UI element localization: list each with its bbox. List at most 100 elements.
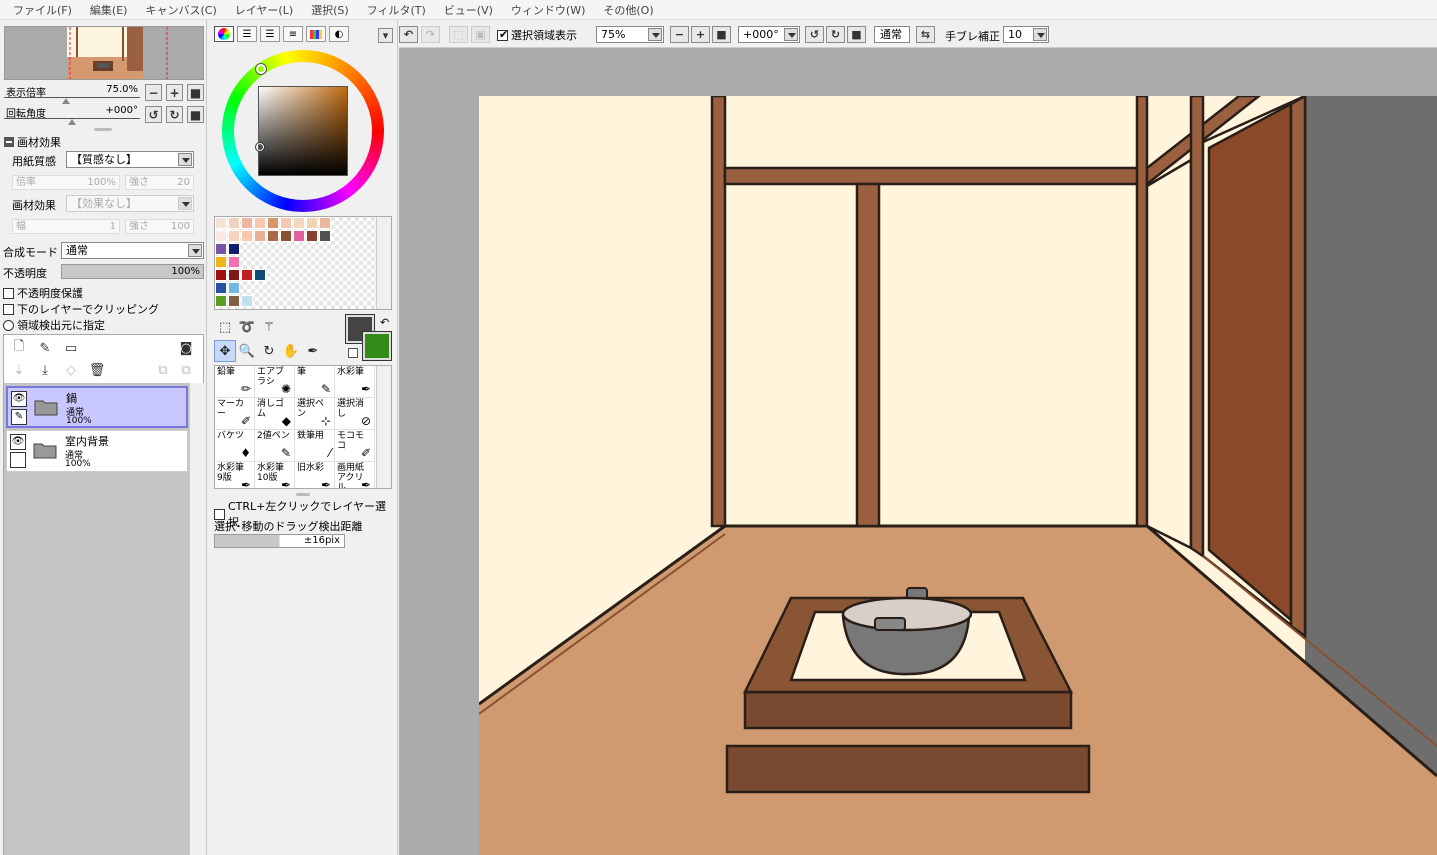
clear-layer-button[interactable]: ◇	[62, 361, 80, 379]
color-swatch[interactable]	[215, 256, 227, 268]
color-swatch[interactable]	[215, 217, 227, 229]
zoom-slider-thumb[interactable]	[62, 98, 70, 104]
transfer-down-button[interactable]: ⇣	[10, 361, 28, 379]
rotate-slider-thumb[interactable]	[68, 119, 76, 125]
color-swatch[interactable]	[228, 295, 240, 307]
color-swatch[interactable]	[215, 295, 227, 307]
view-mode-button[interactable]: 通常	[874, 26, 910, 43]
brush-tool-cell[interactable]: エアブラシ ✺	[255, 366, 295, 398]
new-vector-layer-button[interactable]: ✎	[36, 339, 54, 357]
brush-tool-cell[interactable]: 選択消し ⊘	[335, 398, 375, 430]
pen-icon[interactable]: ✎	[11, 409, 27, 425]
rotate-ccw-button[interactable]: ↺	[145, 106, 162, 123]
menu-view[interactable]: ビュー(V)	[435, 2, 502, 18]
rotate-cw-button[interactable]: ↻	[166, 106, 183, 123]
canvas-viewport[interactable]	[399, 48, 1437, 855]
toolbar-rotate-reset-button[interactable]: ■	[847, 26, 866, 43]
magic-wand-tool[interactable]: ⚚	[258, 316, 280, 338]
color-swatch[interactable]	[228, 243, 240, 255]
zoom-slider[interactable]: 表示倍率 75.0%	[4, 84, 140, 104]
swatch-tab[interactable]	[306, 26, 326, 42]
brush-tool-cell[interactable]: 水彩筆 ✒	[335, 366, 375, 398]
brush-tool-cell[interactable]: バケツ ♦	[215, 430, 255, 462]
eye-icon[interactable]: 👁	[10, 434, 26, 450]
rotate-reset-button[interactable]: ■	[187, 106, 204, 123]
swap-colors-icon[interactable]: ↶	[380, 316, 389, 329]
rotate-tool[interactable]: ↻	[258, 340, 280, 362]
brush-tool-cell[interactable]: 水彩筆 9版 ✒	[215, 462, 255, 488]
blend-mode-select[interactable]: 通常	[61, 242, 204, 259]
layer-row-nabe[interactable]: 👁 ✎ 鍋 通常 100%	[6, 386, 188, 428]
zoom-in-button[interactable]: +	[166, 84, 183, 101]
reset-colors-icon[interactable]	[348, 348, 358, 358]
drag-distance-slider[interactable]: ±16pix	[214, 534, 345, 548]
texture-section-header[interactable]: 画材効果	[4, 134, 61, 150]
hand-tool[interactable]: ✋	[280, 340, 302, 362]
opacity-slider[interactable]: 100%	[61, 264, 204, 279]
color-swatch[interactable]	[254, 269, 266, 281]
brush-tool-cell[interactable]: 水彩筆 10版 ✒	[255, 462, 295, 488]
toolbar-dropdown-button[interactable]: ▾	[378, 28, 393, 43]
eyedropper-tool[interactable]: ✒	[302, 340, 324, 362]
brush-tool-cell[interactable]: 鉛筆 ✏	[215, 366, 255, 398]
undo-button[interactable]: ↶	[399, 26, 418, 43]
eye-icon[interactable]: 👁	[11, 391, 27, 407]
navigator-preview[interactable]	[4, 26, 204, 80]
layer-op-button-1[interactable]: ⧉	[154, 361, 172, 379]
color-wheel-tab[interactable]	[214, 26, 234, 42]
layer-row-interior-bg[interactable]: 👁 室内背景 通常 100%	[6, 430, 188, 472]
menu-filter[interactable]: フィルタ(T)	[358, 2, 435, 18]
rotation-select[interactable]: +000°	[738, 26, 800, 43]
invert-selection-button[interactable]: ▣	[471, 26, 490, 43]
sv-marker[interactable]	[255, 142, 265, 152]
saturation-value-square[interactable]	[258, 86, 348, 176]
color-swatch[interactable]	[267, 217, 279, 229]
menu-other[interactable]: その他(O)	[594, 2, 662, 18]
color-swatch[interactable]	[228, 217, 240, 229]
zoom-tool[interactable]: 🔍	[236, 340, 258, 362]
menu-file[interactable]: ファイル(F)	[4, 2, 81, 18]
delete-layer-button[interactable]: 🗑	[88, 361, 106, 379]
color-swatch[interactable]	[241, 295, 253, 307]
color-swatch[interactable]	[293, 217, 305, 229]
zoom-out-button[interactable]: −	[145, 84, 162, 101]
texture-scale-field[interactable]: 倍率 100%	[12, 175, 120, 190]
brush-tool-cell[interactable]: 選択ペン ⊹	[295, 398, 335, 430]
hue-marker[interactable]	[255, 63, 267, 75]
background-color-swatch[interactable]	[362, 331, 392, 361]
selection-source-radio[interactable]: 領域検出元に指定	[3, 317, 105, 333]
panel-divider-grip[interactable]	[296, 493, 310, 496]
brush-tool-cell[interactable]: 鉄筆用 ⁄	[295, 430, 335, 462]
merge-down-button[interactable]: ⤓	[36, 361, 54, 379]
show-selection-checkbox[interactable]: ✔ 選択領域表示	[497, 27, 577, 43]
color-swatch[interactable]	[319, 217, 331, 229]
protect-opacity-checkbox[interactable]: 不透明度保護	[3, 285, 83, 301]
color-swatch[interactable]	[293, 230, 305, 242]
new-layer-button[interactable]: 🗋	[10, 339, 28, 357]
brush-tool-cell[interactable]: モコモコ ✐	[335, 430, 375, 462]
stabilizer-select[interactable]: 10	[1003, 26, 1049, 43]
menu-window[interactable]: ウィンドウ(W)	[502, 2, 594, 18]
menu-select[interactable]: 選択(S)	[302, 2, 358, 18]
brush-grid-scrollbar[interactable]	[376, 366, 391, 488]
menu-canvas[interactable]: キャンバス(C)	[136, 2, 225, 18]
brush-tool-cell[interactable]: マーカー ✐	[215, 398, 255, 430]
toolbar-rotate-ccw-button[interactable]: ↺	[805, 26, 824, 43]
color-swatch[interactable]	[215, 282, 227, 294]
toolbar-rotate-cw-button[interactable]: ↻	[826, 26, 845, 43]
texture-strength-field[interactable]: 強さ 20	[125, 175, 194, 190]
brush-effect-select[interactable]: 【効果なし】	[66, 195, 194, 212]
toolbar-zoom-out-button[interactable]: −	[670, 26, 689, 43]
redo-button[interactable]: ↷	[421, 26, 440, 43]
color-swatch[interactable]	[254, 217, 266, 229]
effect-width-field[interactable]: 幅1	[12, 219, 120, 234]
layer-mask-button[interactable]: ◙	[177, 339, 195, 357]
color-swatch[interactable]	[319, 230, 331, 242]
color-swatch[interactable]	[228, 256, 240, 268]
paper-texture-select[interactable]: 【質感なし】	[66, 151, 194, 168]
color-swatch[interactable]	[280, 217, 292, 229]
toolbar-zoom-in-button[interactable]: +	[691, 26, 710, 43]
brush-tool-cell[interactable]: 筆 ✎	[295, 366, 335, 398]
swatch-scrollbar[interactable]	[376, 217, 391, 309]
color-swatch[interactable]	[306, 217, 318, 229]
